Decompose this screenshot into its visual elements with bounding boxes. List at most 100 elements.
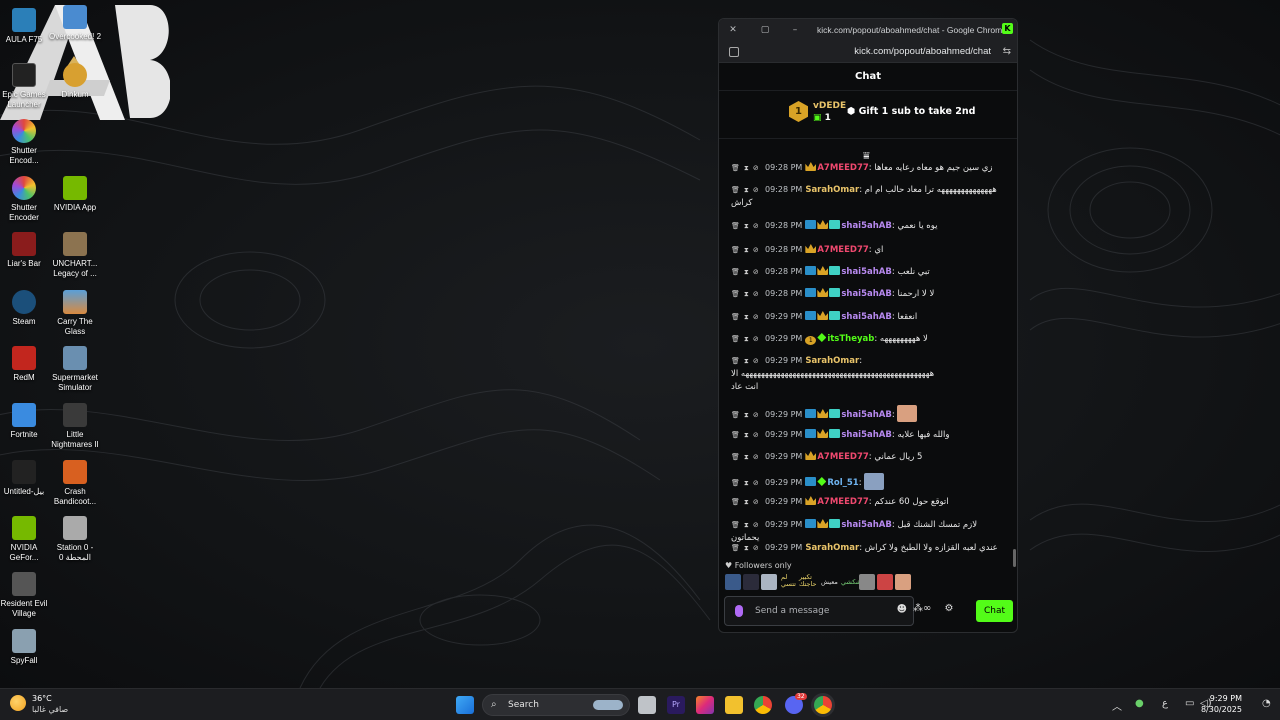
minimize-icon[interactable]: – — [789, 24, 801, 36]
message-username[interactable]: itsTheyab — [827, 334, 874, 344]
trash-icon[interactable]: 🗑 — [731, 335, 744, 343]
instagram-icon[interactable] — [696, 696, 714, 714]
desktop-icon-spyfall[interactable]: SpyFall — [0, 629, 52, 666]
desktop-icon-redm[interactable]: RedM — [0, 346, 52, 383]
message-username[interactable]: shai5ahAB — [841, 289, 892, 299]
ban-icon[interactable]: ⊘ — [753, 431, 763, 439]
desktop-icon-uncharted[interactable]: UNCHART... Legacy of ... — [47, 232, 103, 278]
emote-text[interactable]: لم تتسي — [781, 574, 796, 588]
ban-icon[interactable]: ⊘ — [753, 335, 763, 343]
message-username[interactable]: shai5ahAB — [841, 410, 892, 420]
chat-emote[interactable] — [897, 405, 918, 422]
ban-icon[interactable]: ⊘ — [753, 498, 763, 506]
ban-icon[interactable]: ⊘ — [753, 186, 763, 194]
ban-icon[interactable]: ⊘ — [753, 164, 763, 172]
gift-sub-cta[interactable]: ⬢ Gift 1 sub to take 2nd — [847, 106, 975, 117]
emote[interactable] — [725, 574, 741, 590]
timeout-icon[interactable]: ⧗ — [744, 268, 753, 276]
trash-icon[interactable]: 🗑 — [731, 431, 744, 439]
desktop-icon-shutter-encod[interactable]: Shutter Encod... — [0, 119, 52, 165]
taskbar-search[interactable]: ⌕ Search — [482, 694, 630, 716]
emote[interactable] — [859, 574, 875, 590]
trash-icon[interactable]: 🗑 — [731, 357, 744, 365]
timeout-icon[interactable]: ⧗ — [744, 164, 753, 172]
ban-icon[interactable]: ⊘ — [753, 411, 763, 419]
ban-icon[interactable]: ⊘ — [753, 246, 763, 254]
timeout-icon[interactable]: ⧗ — [744, 431, 753, 439]
chat-emote[interactable] — [864, 473, 885, 490]
timeout-icon[interactable]: ⧗ — [744, 335, 753, 343]
trash-icon[interactable]: 🗑 — [731, 411, 744, 419]
site-info-icon[interactable] — [729, 47, 739, 57]
emote[interactable] — [761, 574, 777, 590]
timeout-icon[interactable]: ⧗ — [744, 498, 753, 506]
desktop-icon-supermarket-simulator[interactable]: Supermarket Simulator — [47, 346, 103, 392]
timeout-icon[interactable]: ⧗ — [744, 357, 753, 365]
emote-text[interactable]: تكبير حاجتك — [799, 574, 821, 588]
desktop-icon-epic-games[interactable]: Epic Games Launcher — [0, 63, 52, 109]
message-username[interactable]: Rol_51 — [827, 478, 858, 488]
desktop-icon-fortnite[interactable]: Fortnite — [0, 403, 52, 440]
emote[interactable] — [877, 574, 893, 590]
timeout-icon[interactable]: ⧗ — [744, 544, 753, 552]
emote-text[interactable]: معيش — [821, 578, 838, 586]
emoji-icon[interactable]: ☻ — [897, 604, 907, 615]
message-username[interactable]: A7MEED77 — [817, 497, 868, 507]
trash-icon[interactable]: 🗑 — [731, 313, 744, 321]
chrome-icon[interactable] — [754, 696, 772, 714]
close-icon[interactable]: ✕ — [727, 24, 739, 36]
trash-icon[interactable]: 🗑 — [731, 268, 744, 276]
message-username[interactable]: SarahOmar — [805, 356, 859, 366]
emote[interactable] — [895, 574, 911, 590]
timeout-icon[interactable]: ⧗ — [744, 313, 753, 321]
notifications-icon[interactable]: ◔ — [1262, 698, 1271, 709]
ban-icon[interactable]: ⊘ — [753, 521, 763, 529]
message-username[interactable]: shai5ahAB — [841, 312, 892, 322]
message-username[interactable]: A7MEED77 — [817, 452, 868, 462]
desktop-icon-liars-bar[interactable]: Liar's Bar — [0, 232, 52, 269]
trash-icon[interactable]: 🗑 — [731, 186, 744, 194]
ban-icon[interactable]: ⊘ — [753, 479, 763, 487]
timeout-icon[interactable]: ⧗ — [744, 222, 753, 230]
mic-tray-icon[interactable]: ● — [1135, 698, 1144, 709]
message-username[interactable]: shai5ahAB — [841, 520, 892, 530]
clock[interactable]: 9:29 PM 8/30/2025 — [1201, 693, 1242, 715]
desktop-icon-steam[interactable]: Steam — [0, 290, 52, 327]
trash-icon[interactable]: 🗑 — [731, 246, 744, 254]
trash-icon[interactable]: 🗑 — [731, 453, 744, 461]
desktop-icon-resident-evil-village[interactable]: Resident Evil Village — [0, 572, 52, 618]
timeout-icon[interactable]: ⧗ — [744, 411, 753, 419]
ban-icon[interactable]: ⊘ — [753, 357, 763, 365]
trash-icon[interactable]: 🗑 — [731, 521, 744, 529]
windows-start-icon[interactable] — [456, 696, 474, 714]
timeout-icon[interactable]: ⧗ — [744, 186, 753, 194]
trash-icon[interactable]: 🗑 — [731, 222, 744, 230]
timeout-icon[interactable]: ⧗ — [744, 453, 753, 461]
points-icon[interactable]: ⁂∞ — [913, 603, 931, 614]
ban-icon[interactable]: ⊘ — [753, 222, 763, 230]
desktop-icon-untitled[interactable]: Untitled-بيل — [0, 460, 52, 497]
trash-icon[interactable]: 🗑 — [731, 479, 744, 487]
desktop-icon-station-0[interactable]: Station 0 - المحطة 0 — [47, 516, 103, 562]
desktop-icon-crash-bandicoot[interactable]: Crash Bandicoot... — [47, 460, 103, 506]
settings-icon[interactable]: ⚙ — [945, 603, 954, 614]
timeout-icon[interactable]: ⧗ — [744, 521, 753, 529]
message-username[interactable]: shai5ahAB — [841, 221, 892, 231]
desktop-icon-aula-f75[interactable]: AULA F75 — [0, 8, 52, 45]
send-chat-button[interactable]: Chat — [976, 600, 1013, 622]
message-username[interactable]: shai5ahAB — [841, 430, 892, 440]
url-text[interactable]: kick.com/popout/aboahmed/chat — [854, 46, 991, 57]
network-icon[interactable]: ▭ — [1185, 698, 1194, 709]
timeout-icon[interactable]: ⧗ — [744, 479, 753, 487]
ban-icon[interactable]: ⊘ — [753, 290, 763, 298]
ban-icon[interactable]: ⊘ — [753, 453, 763, 461]
desktop-icon-nvidia-app[interactable]: NVIDIA App — [47, 176, 103, 213]
message-username[interactable]: A7MEED77 — [817, 245, 868, 255]
desktop-icon-carry-the-glass[interactable]: Carry The Glass — [47, 290, 103, 336]
emote[interactable] — [743, 574, 759, 590]
message-username[interactable]: A7MEED77 — [817, 163, 868, 173]
ban-icon[interactable]: ⊘ — [753, 268, 763, 276]
ban-icon[interactable]: ⊘ — [753, 544, 763, 552]
tune-icon[interactable]: ⇆ — [1003, 46, 1011, 57]
language-indicator[interactable]: ع — [1162, 698, 1168, 709]
